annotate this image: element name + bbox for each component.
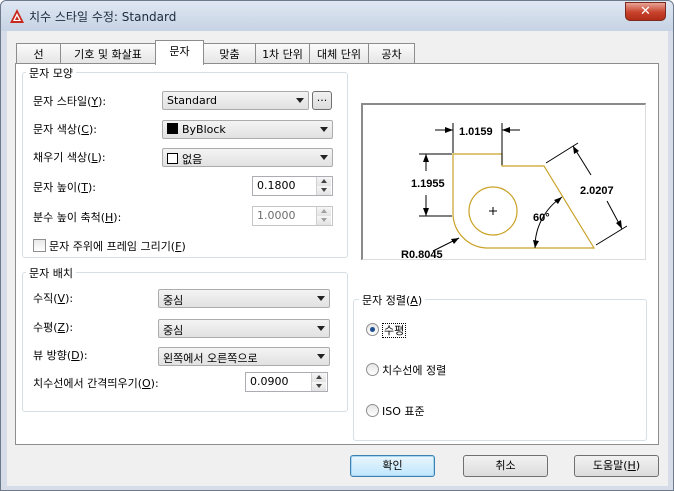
draw-frame-label[interactable]: 문자 주위에 프레임 그리기(F) (49, 238, 186, 254)
tab-tolerances[interactable]: 공차 (368, 43, 415, 64)
autocad-app-icon (10, 9, 24, 23)
window-title: 치수 스타일 수정: Standard (29, 10, 177, 24)
fill-color-dropdown[interactable]: 없음 (162, 148, 333, 167)
vertical-dropdown[interactable]: 중심 (158, 289, 330, 308)
text-color-label: 문자 색상(C): (33, 123, 97, 136)
tab-page-text: 문자 모양 문자 스타일(Y): Standard ... 문자 색상(C): … (15, 63, 659, 445)
text-appearance-label: 문자 모양 (26, 65, 76, 81)
preview-dim-top: 1.0159 (459, 126, 493, 138)
preview-dim-right: 2.0207 (580, 185, 614, 197)
view-direction-label: 뷰 방향(D): (33, 349, 88, 362)
dialog-window: 치수 스타일 수정: Standard ✕ 선 기호 및 화살표 문자 맞춤 1… (0, 0, 674, 491)
tab-lines[interactable]: 선 (16, 43, 61, 64)
text-color-dropdown[interactable]: ByBlock (162, 120, 333, 139)
arrow-up-icon (316, 375, 322, 379)
horizontal-label: 수평(Z): (33, 321, 74, 334)
chevron-down-icon (320, 155, 328, 160)
align-with-dimline-label[interactable]: 치수선에 정렬 (382, 362, 446, 378)
close-icon: ✕ (640, 4, 651, 19)
spin-down-button[interactable] (312, 382, 326, 391)
tab-alternate-units[interactable]: 대체 단위 (309, 43, 369, 64)
tab-primary-units[interactable]: 1차 단위 (255, 43, 310, 64)
tab-fit[interactable]: 맞춤 (203, 43, 256, 64)
draw-frame-checkbox[interactable] (33, 239, 46, 252)
arrow-up-icon (321, 179, 327, 183)
fraction-height-spinner[interactable]: 1.0000 (252, 206, 333, 226)
fill-color-label: 채우기 색상(L): (33, 151, 106, 164)
offset-label: 치수선에서 간격띄우기(O): (33, 377, 159, 390)
horizontal-dropdown[interactable]: 중심 (158, 319, 330, 338)
preview-dim-left: 1.1955 (411, 178, 445, 190)
close-button[interactable]: ✕ (625, 2, 666, 21)
title-bar: 치수 스타일 수정: Standard ✕ (1, 1, 673, 31)
ok-button[interactable]: 확인 (350, 455, 435, 477)
spin-down-button[interactable] (317, 216, 331, 225)
chevron-down-icon (317, 326, 325, 331)
preview-dim-radius: R0.8045 (401, 249, 443, 260)
color-swatch (167, 153, 178, 164)
text-style-dropdown[interactable]: Standard (162, 91, 309, 110)
arrow-down-icon (321, 218, 327, 222)
vertical-label: 수직(V): (33, 292, 74, 305)
text-height-label: 문자 높이(T): (33, 181, 97, 194)
chevron-down-icon (296, 98, 304, 103)
text-style-label: 문자 스타일(Y): (33, 95, 107, 108)
fraction-height-scale-label: 분수 높이 축척(H): (33, 211, 122, 224)
chevron-down-icon (320, 127, 328, 132)
chevron-down-icon (317, 296, 325, 301)
view-direction-dropdown[interactable]: 왼쪽에서 오른쪽으로 (158, 347, 330, 366)
align-horizontal-radio[interactable] (366, 323, 379, 336)
arrow-up-icon (321, 209, 327, 213)
text-style-browse-button[interactable]: ... (312, 91, 332, 110)
text-alignment-label: 문자 정렬(A) (359, 292, 426, 308)
align-with-dimline-radio[interactable] (366, 363, 379, 376)
cancel-button[interactable]: 취소 (463, 455, 548, 477)
tab-text[interactable]: 문자 (155, 40, 204, 65)
align-iso-radio[interactable] (366, 404, 379, 417)
offset-spinner[interactable]: 0.0900 (245, 372, 328, 392)
spin-down-button[interactable] (317, 186, 331, 195)
align-horizontal-label[interactable]: 수평 (382, 322, 407, 338)
arrow-down-icon (316, 384, 322, 388)
dialog-client: 선 기호 및 화살표 문자 맞춤 1차 단위 대체 단위 공차 문자 모양 문자… (7, 31, 668, 486)
text-placement-label: 문자 배치 (26, 265, 76, 281)
preview-drawing: 1.0159 1.1955 2.0207 60° R0.8045 (401, 123, 628, 260)
arrow-down-icon (321, 188, 327, 192)
text-height-spinner[interactable]: 0.1800 (252, 176, 333, 196)
preview-dim-angle: 60° (533, 212, 550, 224)
help-button[interactable]: 도움말(H) (574, 455, 659, 477)
color-swatch (167, 123, 178, 134)
dimension-preview: 1.0159 1.1955 2.0207 60° R0.8045 (361, 103, 646, 260)
tab-symbols-arrows[interactable]: 기호 및 화살표 (60, 43, 156, 64)
align-iso-label[interactable]: ISO 표준 (382, 403, 425, 419)
chevron-down-icon (317, 354, 325, 359)
